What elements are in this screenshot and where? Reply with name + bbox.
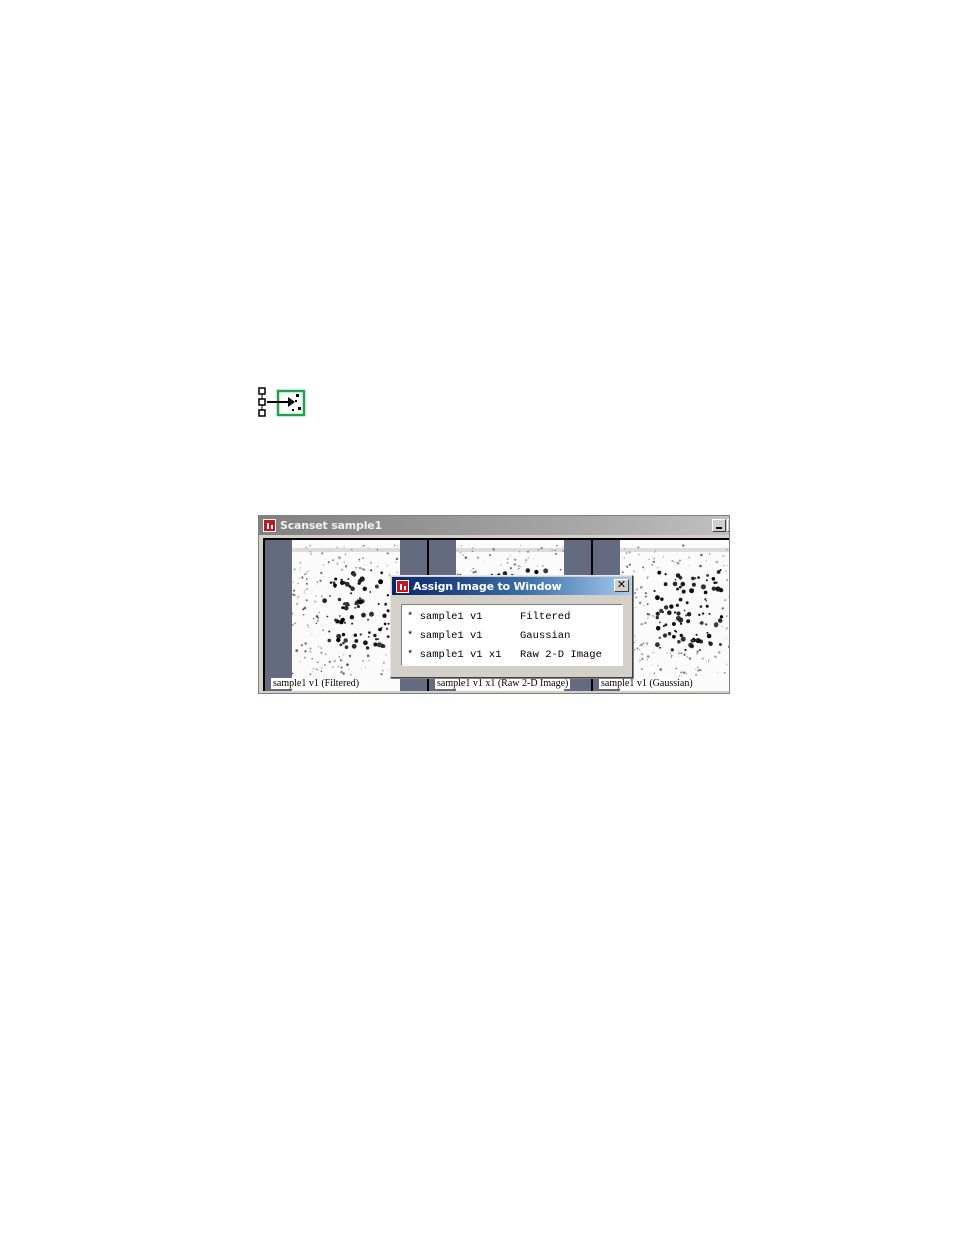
list-item-type: Raw 2-D Image [520, 649, 602, 661]
minimize-button[interactable] [712, 519, 726, 532]
list-item-name: * sample1 v1 [407, 630, 483, 642]
pane-label: sample1 v1 (Gaussian) [599, 678, 695, 689]
app-icon [263, 519, 276, 532]
assign-image-dialog: Assign Image to Window ✕ * sample1 v1 Fi… [390, 575, 633, 678]
image-listbox[interactable]: * sample1 v1 Filtered * sample1 v1 Gauss… [401, 604, 623, 666]
maximize-button[interactable] [727, 519, 729, 532]
scanset-titlebar[interactable]: Scanset sample1 [259, 516, 729, 535]
list-item-type: Gaussian [520, 630, 571, 642]
dialog-title: Assign Image to Window [413, 579, 562, 593]
gel-spots [620, 544, 729, 677]
close-button[interactable]: ✕ [614, 579, 629, 592]
gel-image [620, 540, 729, 691]
list-item[interactable]: * sample1 v1 x1 Raw 2-D Image [402, 646, 622, 665]
pane-label: sample1 v1 (Filtered) [271, 678, 362, 689]
gel-spots [292, 544, 400, 677]
assign-image-to-window-icon [258, 387, 306, 417]
list-item-type: Filtered [520, 611, 571, 623]
list-item[interactable]: * sample1 v1 Filtered [402, 608, 622, 627]
list-item-name: * sample1 v1 [407, 611, 483, 623]
dialog-titlebar[interactable]: Assign Image to Window ✕ [392, 577, 631, 595]
list-item[interactable]: * sample1 v1 Gaussian [402, 627, 622, 646]
list-item-name: * sample1 v1 x1 [407, 649, 502, 661]
gel-image [292, 540, 400, 691]
app-icon [396, 579, 409, 593]
scanset-title: Scanset sample1 [280, 519, 382, 532]
pane-label: sample1 v1 x1 (Raw 2-D Image) [435, 678, 571, 689]
